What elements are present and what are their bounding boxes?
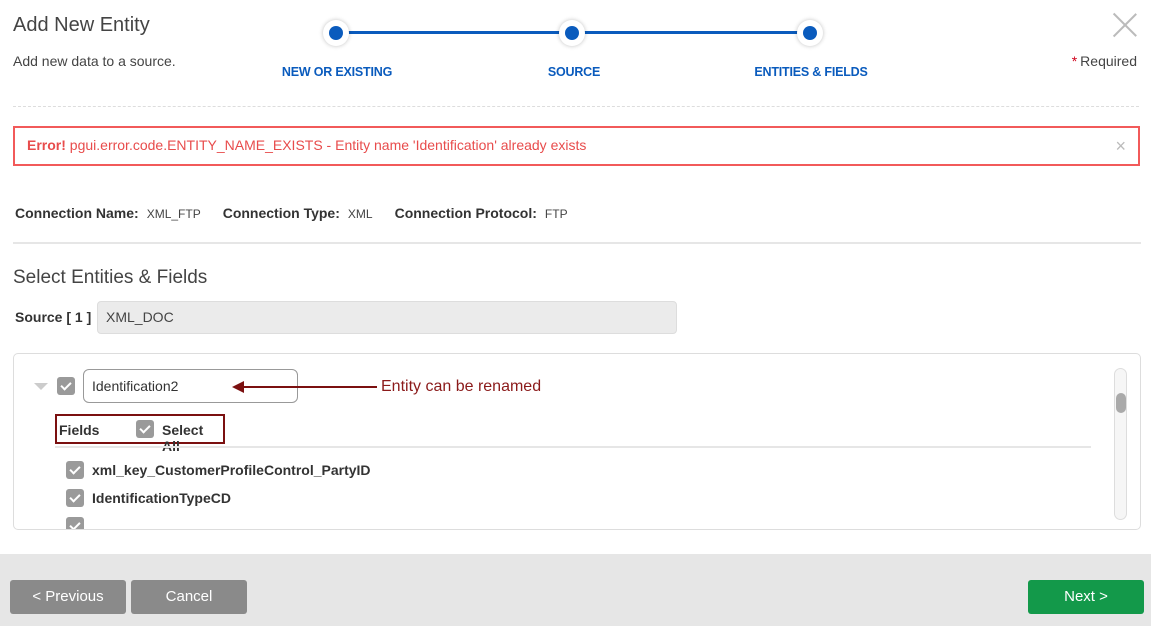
select-all-checkbox[interactable] <box>136 420 154 438</box>
fields-label: Fields <box>59 422 100 438</box>
panel-scrollbar[interactable] <box>1114 368 1127 520</box>
field-label: xml_key_CustomerProfileControl_PartyID <box>92 462 371 478</box>
footer-bar: < Previous Cancel Next > <box>0 554 1151 626</box>
annotation-arrow <box>242 386 377 388</box>
error-text: Error! pgui.error.code.ENTITY_NAME_EXIST… <box>27 137 586 153</box>
select-all-label[interactable]: Select All <box>162 422 223 454</box>
step-dot-entities-fields <box>797 20 823 46</box>
cancel-button[interactable]: Cancel <box>131 580 247 614</box>
annotation-arrow-head <box>232 381 244 393</box>
error-alert: Error! pgui.error.code.ENTITY_NAME_EXIST… <box>13 126 1140 166</box>
error-close-icon[interactable]: × <box>1115 136 1126 157</box>
step-label-entities-fields: ENTITIES & FIELDS <box>754 65 868 79</box>
section-divider <box>13 242 1141 244</box>
connection-type-value: XML <box>347 207 373 221</box>
step-label-new-or-existing[interactable]: NEW OR EXISTING <box>282 65 392 79</box>
step-label-source[interactable]: SOURCE <box>548 65 600 79</box>
scrollbar-thumb[interactable] <box>1116 393 1126 413</box>
step-connector <box>572 31 810 34</box>
header-divider <box>13 106 1139 107</box>
connection-name-label: Connection Name: <box>15 205 139 221</box>
entity-panel: Entity can be renamed Fields Select All … <box>13 353 1141 530</box>
wizard-stepper: NEW OR EXISTING SOURCE ENTITIES & FIELDS <box>0 0 1151 90</box>
connection-protocol-label: Connection Protocol: <box>394 205 537 221</box>
fields-divider <box>55 446 1091 448</box>
field-checkbox[interactable] <box>66 489 84 507</box>
next-button[interactable]: Next > <box>1028 580 1144 614</box>
connection-type-label: Connection Type: <box>222 205 340 221</box>
source-label: Source [ 1 ] <box>15 309 92 325</box>
required-label: Required <box>1080 53 1137 69</box>
field-checkbox-partial[interactable] <box>66 517 84 529</box>
error-message: pgui.error.code.ENTITY_NAME_EXISTS - Ent… <box>69 137 587 153</box>
field-label: IdentificationTypeCD <box>92 490 231 506</box>
fields-header: Fields Select All <box>55 414 225 454</box>
error-prefix: Error! <box>27 137 66 153</box>
connection-protocol-value: FTP <box>544 207 568 221</box>
connection-info: Connection Name: XML_FTP Connection Type: X… <box>15 205 590 221</box>
close-dialog-icon[interactable] <box>1112 12 1138 38</box>
step-dot-new-or-existing[interactable] <box>323 20 349 46</box>
entity-checkbox[interactable] <box>57 377 75 395</box>
connection-name-value: XML_FTP <box>146 207 201 221</box>
source-field: XML_DOC <box>97 301 677 334</box>
step-dot-source[interactable] <box>559 20 585 46</box>
required-legend: * Required <box>1072 53 1137 69</box>
section-title: Select Entities & Fields <box>13 267 208 288</box>
required-star: * <box>1071 53 1078 69</box>
previous-button[interactable]: < Previous <box>10 580 126 614</box>
collapse-triangle-icon[interactable] <box>34 383 48 390</box>
field-checkbox[interactable] <box>66 461 84 479</box>
rename-annotation: Entity can be renamed <box>381 378 542 395</box>
step-connector <box>336 31 572 34</box>
